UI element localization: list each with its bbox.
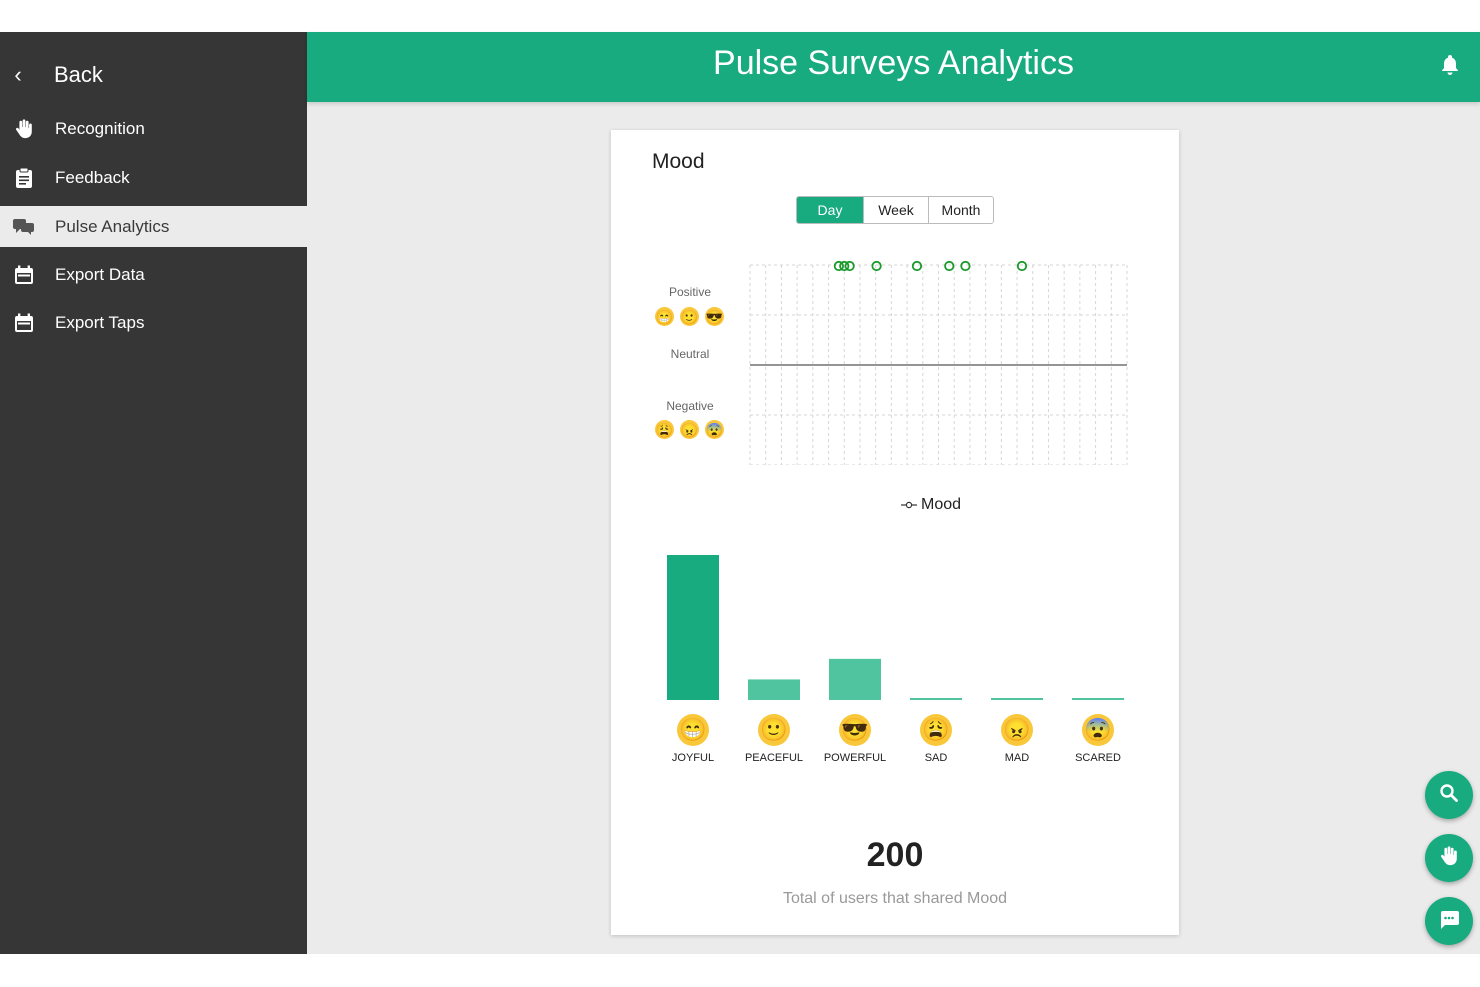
bar-label-mad: MAD [1004,752,1030,764]
total-caption: Total of users that shared Mood [782,890,1008,907]
y-label-neutral: Neutral [670,347,710,361]
mood-point [960,260,971,272]
sidebar: ‹ Back Recognition Feedback Pulse Analyt… [0,32,307,954]
page-title: Pulse Surveys Analytics [713,44,1074,82]
bar-scared [1072,698,1124,700]
mood-point [944,260,955,272]
total-count: 200 [866,836,924,874]
peaceful-emoji-icon: 🙂 [758,714,790,746]
sidebar-item-export-taps[interactable]: Export Taps [0,302,307,343]
mood-point [1016,260,1028,272]
scared-emoji-icon: 😨 [1082,714,1114,746]
calendar-icon [10,313,38,333]
mood-point [844,260,855,272]
mood-timeline-chart [749,260,1128,465]
tab-month[interactable]: Month [928,197,993,223]
negative-emojis: 😩 😠 😨 [655,420,724,439]
y-label-positive: Positive [668,285,712,299]
calendar-icon [10,265,38,285]
clipboard-icon [10,167,38,189]
tab-day[interactable]: Day [797,197,863,223]
peaceful-emoji-icon: 🙂 [680,307,699,326]
bar-label-powerful: POWERFUL [823,752,887,764]
powerful-emoji-icon: 😎 [839,714,871,746]
mad-emoji-icon: 😠 [1001,714,1033,746]
hand-icon [1438,845,1460,872]
mad-emoji-icon: 😠 [680,420,699,439]
tab-week[interactable]: Week [863,197,928,223]
mood-bar-chart [667,555,1124,700]
chevron-left-icon: ‹ [14,62,22,87]
mood-point [911,260,923,272]
mood-point [871,260,882,272]
bar-peaceful [748,679,800,700]
sidebar-item-label: Feedback [55,167,130,187]
bar-label-peaceful: PEACEFUL [744,752,804,764]
sidebar-item-export-data[interactable]: Export Data [0,254,307,295]
search-icon [1439,783,1459,808]
chat-fab-button[interactable] [1425,897,1473,945]
positive-emojis: 😁 🙂 😎 [655,307,724,326]
sidebar-item-pulse-analytics[interactable]: Pulse Analytics [0,206,307,247]
bar-sad [910,698,962,700]
sad-emoji-icon: 😩 [920,714,952,746]
app-header: Pulse Surveys Analytics [307,32,1480,102]
sidebar-item-label: Recognition [55,118,145,138]
bar-mad [991,698,1043,700]
sad-emoji-icon: 😩 [655,420,674,439]
joyful-emoji-icon: 😁 [655,307,674,326]
legend-label: Mood [921,496,962,513]
chart-legend: Mood [901,496,961,514]
app-root: ‹ Back Recognition Feedback Pulse Analyt… [0,32,1480,954]
sidebar-item-label: Export Data [55,264,145,284]
bar-label-joyful: JOYFUL [671,752,715,764]
sidebar-item-feedback[interactable]: Feedback [0,157,307,198]
card-title: Mood [652,150,705,173]
bar-label-sad: SAD [924,752,948,764]
y-label-negative: Negative [666,399,714,413]
back-button[interactable]: ‹ Back [0,54,307,96]
search-fab-button[interactable] [1425,771,1473,819]
recognition-fab-button[interactable] [1425,834,1473,882]
legend-marker-icon [901,501,917,509]
sidebar-item-label: Export Taps [55,312,145,332]
joyful-emoji-icon: 😁 [677,714,709,746]
sidebar-item-recognition[interactable]: Recognition [0,108,307,149]
bar-powerful [829,658,881,700]
bar-label-scared: SCARED [1075,752,1121,764]
hand-icon [10,118,38,140]
scared-emoji-icon: 😨 [705,420,724,439]
chat-icon [1438,908,1460,935]
period-selector: Day Week Month [796,196,994,224]
powerful-emoji-icon: 😎 [705,307,724,326]
back-label: Back [54,62,103,87]
sidebar-item-label: Pulse Analytics [55,216,170,236]
bar-joyful [667,555,719,700]
mood-card: Mood Day Week Month Positive 😁 🙂 😎 Neutr… [611,130,1179,935]
chat-bubbles-icon [10,218,38,236]
bell-icon[interactable] [1440,54,1460,81]
